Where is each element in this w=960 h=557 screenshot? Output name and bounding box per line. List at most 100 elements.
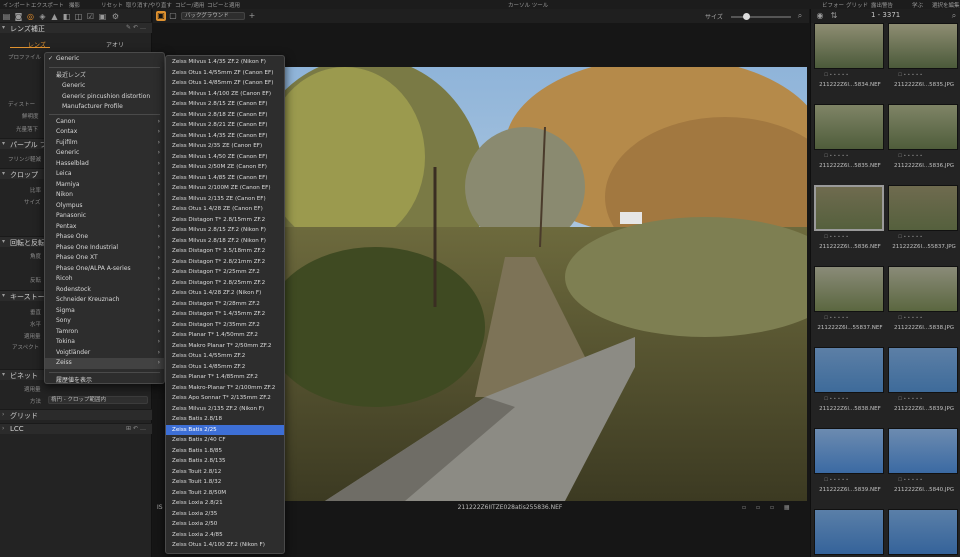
- lens-profile-item[interactable]: Zeiss Batis 2.8/18: [166, 414, 284, 425]
- menu-capture[interactable]: 撮影: [69, 1, 80, 9]
- lens-correction-section[interactable]: ▾ レンズ補正 ✎↶…: [0, 22, 152, 33]
- thumbnail[interactable]: [888, 428, 958, 474]
- grid-section[interactable]: › グリッド: [0, 409, 152, 420]
- lens-profile-item[interactable]: Zeiss Milvus 2/35 ZE (Canon EF): [166, 141, 284, 152]
- lens-profile-item[interactable]: Zeiss Batis 2/40 CF: [166, 435, 284, 446]
- menu-item-brand[interactable]: Zeiss ›: [45, 358, 164, 369]
- search-icon[interactable]: ⌕: [795, 11, 805, 21]
- thumbnail-rating[interactable]: ☐ • • • • •: [898, 73, 960, 81]
- thumbnail-rating[interactable]: ☐ • • • • •: [898, 316, 960, 324]
- lens-profile-item[interactable]: Zeiss Touit 2.8/50M: [166, 488, 284, 499]
- thumbnail[interactable]: [814, 347, 884, 393]
- menu-export[interactable]: エクスポート: [31, 1, 64, 9]
- menu-grid[interactable]: グリッド: [846, 1, 868, 9]
- lens-profile-item[interactable]: Zeiss Otus 1.4/55mm ZF.2: [166, 351, 284, 362]
- thumbnail-rating[interactable]: ☐ • • • • •: [824, 73, 896, 81]
- menu-undo-redo[interactable]: 取り消す/やり直す: [126, 1, 172, 9]
- thumbnail[interactable]: [888, 23, 958, 69]
- lens-icon[interactable]: ◎: [26, 12, 35, 21]
- single-view-icon[interactable]: ▣: [156, 11, 166, 21]
- detail-icon[interactable]: ◧: [62, 12, 71, 21]
- menu-item-brand[interactable]: Generic ›: [45, 148, 164, 159]
- menu-item-brand[interactable]: Olympus ›: [45, 201, 164, 212]
- thumbnail[interactable]: [814, 509, 884, 555]
- add-icon[interactable]: +: [247, 11, 257, 21]
- menu-import[interactable]: インポート: [3, 1, 31, 9]
- menu-item-brand[interactable]: Fujifilm ›: [45, 138, 164, 149]
- viewer-status-icons[interactable]: ▫ ▫ ▫ ▦: [742, 504, 794, 511]
- lcc-section[interactable]: › LCC ⊞↶…: [0, 423, 152, 434]
- menu-item-recent[interactable]: Generic pincushion distortion: [45, 92, 164, 103]
- menu-item-brand[interactable]: Pentax ›: [45, 222, 164, 233]
- thumbnail-rating[interactable]: ☐ • • • • •: [824, 316, 896, 324]
- menu-cursor-tools[interactable]: カーソル ツール: [508, 1, 548, 9]
- thumbnail-rating[interactable]: ☐ • • • • •: [824, 478, 896, 486]
- menu-reset[interactable]: リセット: [101, 1, 123, 9]
- exposure-icon[interactable]: ▲: [50, 12, 59, 21]
- lens-profile-item[interactable]: Zeiss Distagon T* 2/35mm ZF.2: [166, 320, 284, 331]
- lens-profile-item[interactable]: Zeiss Makro Planar T* 2/50mm ZF.2: [166, 341, 284, 352]
- thumbnail-rating[interactable]: ☐ • • • • •: [898, 235, 960, 243]
- adjust-icon[interactable]: ◫: [74, 12, 83, 21]
- menu-item-brand[interactable]: Voigtländer ›: [45, 348, 164, 359]
- menu-item-brand[interactable]: Canon ›: [45, 117, 164, 128]
- menu-item-recent[interactable]: Generic: [45, 81, 164, 92]
- menu-item-brand[interactable]: Sony ›: [45, 316, 164, 327]
- lens-profile-item[interactable]: Zeiss Batis 2/25: [166, 424, 284, 435]
- lens-profile-item[interactable]: Zeiss Makro-Planar T* 2/100mm ZF.2: [166, 383, 284, 394]
- menu-item-brand[interactable]: Leica ›: [45, 169, 164, 180]
- menu-item-brand[interactable]: Phase One XT ›: [45, 253, 164, 264]
- lens-profile-item[interactable]: Zeiss Otus 1.4/28 ZF.2 (Nikon F): [166, 288, 284, 299]
- menu-item-recent[interactable]: Manufacturer Profile: [45, 102, 164, 113]
- lens-profile-item[interactable]: Zeiss Milvus 1.4/85 ZE (Canon EF): [166, 173, 284, 184]
- menu-item-brand[interactable]: Schneider Kreuznach ›: [45, 295, 164, 306]
- lens-profile-item[interactable]: Zeiss Touit 1.8/32: [166, 477, 284, 488]
- lens-profile-item[interactable]: Zeiss Loxia 2.8/21: [166, 498, 284, 509]
- thumbnail-rating[interactable]: ☐ • • • • •: [898, 154, 960, 162]
- thumbnail-rating[interactable]: ☐ • • • • •: [898, 478, 960, 486]
- lens-profile-item[interactable]: Zeiss Milvus 1.4/35 ZE (Canon EF): [166, 131, 284, 142]
- lens-profile-item[interactable]: Zeiss Milvus 1.4/35 ZF.2 (Nikon F): [166, 57, 284, 68]
- thumbnail[interactable]: [814, 185, 884, 231]
- lens-profile-item[interactable]: Zeiss Milvus 2.8/15 ZE (Canon EF): [166, 99, 284, 110]
- lens-profile-item[interactable]: Zeiss Planar T* 1.4/85mm ZF.2: [166, 372, 284, 383]
- lens-profile-item[interactable]: Zeiss Distagon T* 2/28mm ZF.2: [166, 299, 284, 310]
- lens-profile-item[interactable]: Zeiss Distagon T* 3.5/18mm ZF.2: [166, 246, 284, 257]
- lens-profile-item[interactable]: Zeiss Milvus 1.4/100 ZE (Canon EF): [166, 89, 284, 100]
- multi-view-icon[interactable]: ▢: [168, 11, 178, 21]
- size-slider[interactable]: [731, 13, 791, 20]
- menu-exposure-warning[interactable]: 露出警告: [871, 1, 893, 9]
- camera-icon[interactable]: ◙: [14, 12, 23, 21]
- lens-profile-item[interactable]: Zeiss Milvus 2.8/21 ZE (Canon EF): [166, 120, 284, 131]
- eye-icon[interactable]: ◉: [815, 11, 825, 21]
- menu-copy-and-apply[interactable]: コピーと適用: [207, 1, 240, 9]
- menu-item-brand[interactable]: Sigma ›: [45, 306, 164, 317]
- sort-icon[interactable]: ⇅: [829, 11, 839, 21]
- thumbnail[interactable]: [814, 266, 884, 312]
- lens-profile-item[interactable]: Zeiss Milvus 2.8/15 ZF.2 (Nikon F): [166, 225, 284, 236]
- menu-before[interactable]: ビフォー: [822, 1, 844, 9]
- menu-item-brand[interactable]: Mamiya ›: [45, 180, 164, 191]
- lens-profile-item[interactable]: Zeiss Loxia 2/50: [166, 519, 284, 530]
- menu-learn[interactable]: 学ぶ: [912, 1, 923, 9]
- thumbnail[interactable]: [888, 104, 958, 150]
- lens-profile-item[interactable]: Zeiss Milvus 2/135 ZE (Canon EF): [166, 194, 284, 205]
- lens-profile-item[interactable]: Zeiss Milvus 2/50M ZE (Canon EF): [166, 162, 284, 173]
- background-select[interactable]: バックグラウンド: [181, 12, 245, 20]
- lens-profile-item[interactable]: Zeiss Loxia 2.4/85: [166, 530, 284, 541]
- output-icon[interactable]: ▣: [98, 12, 107, 21]
- lens-profile-item[interactable]: Zeiss Distagon T* 2.8/25mm ZF.2: [166, 278, 284, 289]
- folder-icon[interactable]: ▤: [2, 12, 11, 21]
- thumbnail[interactable]: [888, 347, 958, 393]
- menu-item-brand[interactable]: Hasselblad ›: [45, 159, 164, 170]
- lens-profile-item[interactable]: Zeiss Otus 1.4/55mm ZF (Canon EF): [166, 68, 284, 79]
- lens-profile-item[interactable]: Zeiss Apo Sonnar T* 2/135mm ZF.2: [166, 393, 284, 404]
- lens-profile-item[interactable]: Zeiss Milvus 2/100M ZE (Canon EF): [166, 183, 284, 194]
- lens-profile-item[interactable]: Zeiss Distagon T* 2.8/21mm ZF.2: [166, 257, 284, 268]
- menu-item-brand[interactable]: Ricoh ›: [45, 274, 164, 285]
- thumbnail[interactable]: [888, 185, 958, 231]
- thumbnail[interactable]: [814, 104, 884, 150]
- menu-item-generic[interactable]: Generic ✓: [45, 54, 164, 65]
- menu-item-brand[interactable]: Nikon ›: [45, 190, 164, 201]
- search-icon[interactable]: ⌕: [949, 11, 959, 21]
